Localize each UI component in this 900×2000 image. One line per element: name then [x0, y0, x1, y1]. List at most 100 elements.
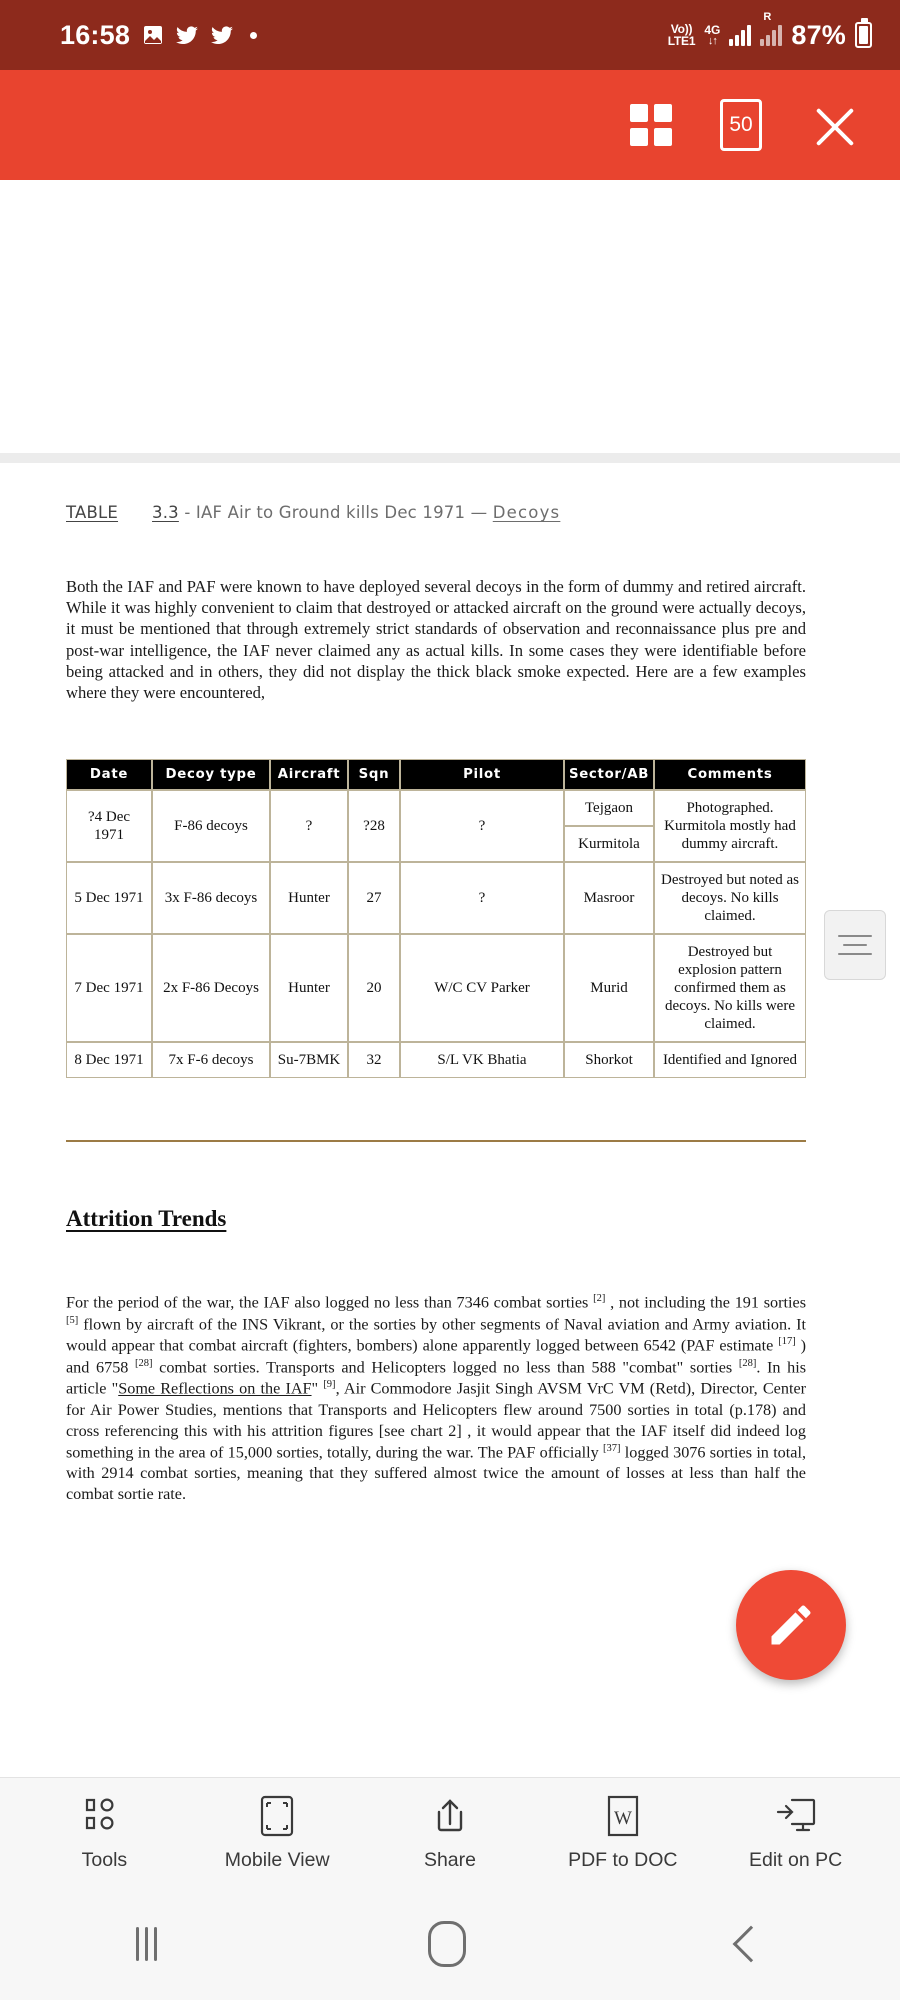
cell-pilot: W/C CV Parker [400, 934, 564, 1043]
ref-2: [2] [593, 1293, 606, 1305]
battery-icon [855, 18, 872, 48]
svg-text:W: W [614, 1808, 632, 1829]
section-heading: Attrition Trends [66, 1206, 227, 1232]
network-type-icon: 4G ↓↑ [704, 24, 720, 47]
cell-aircraft: Hunter [270, 862, 348, 935]
col-pilot: Pilot [400, 759, 564, 791]
page-count-label: 50 [729, 113, 753, 136]
page-count-button[interactable]: 50 [720, 99, 762, 151]
ref-28b: [28] [738, 1357, 757, 1369]
attr-p3: flown by aircraft of the INS Vikrant, or… [66, 1315, 806, 1355]
ref-17: [17] [778, 1336, 796, 1348]
attr-p7: " [311, 1379, 324, 1398]
status-bar-left: 16:58 [60, 21, 258, 49]
twitter-icon [211, 25, 234, 45]
edit-on-pc-icon [775, 1794, 817, 1838]
home-icon[interactable] [428, 1920, 467, 1967]
cell-aircraft: Hunter [270, 934, 348, 1043]
table-header-row: Date Decoy type Aircraft Sqn Pilot Secto… [66, 759, 806, 791]
table-row: ?4 Dec 1971 F-86 decoys ? ?28 ? Tejgaon … [66, 790, 806, 863]
sim2-signal-icon: R [760, 11, 783, 46]
ref-37: [37] [602, 1442, 621, 1454]
cell-sector: Murid [564, 934, 654, 1043]
cell-decoy-type: 2x F-86 Decoys [152, 934, 270, 1043]
status-bar-right: Vo)) LTE1 4G ↓↑ R 87% [668, 11, 872, 51]
cell-pilot: S/L VK Bhatia [400, 1042, 564, 1079]
col-sector-ab: Sector/AB [564, 759, 654, 791]
toolbar-label-mobile-view: Mobile View [224, 1848, 330, 1871]
cell-decoy-type: 7x F-6 decoys [152, 1042, 270, 1079]
decoys-table: Date Decoy type Aircraft Sqn Pilot Secto… [66, 759, 806, 1079]
toolbar-label-share: Share [423, 1848, 476, 1871]
dot-icon [250, 31, 258, 39]
network-type-label: 4G [704, 22, 721, 37]
table-caption-decoys: Decoys [492, 503, 561, 522]
document-page: TABLE 3.3 - IAF Air to Ground kills Dec 1… [0, 463, 900, 1506]
toolbar-label-pdf-to-doc: PDF to DOC [568, 1848, 678, 1871]
cell-aircraft: Su-7BMK [270, 1042, 348, 1079]
cell-sqn: 20 [348, 934, 400, 1043]
battery-percent-label: 87% [791, 19, 846, 50]
toolbar-item-mobile-view[interactable]: Mobile View [192, 1794, 362, 1872]
volte-icon: Vo)) LTE1 [668, 23, 696, 47]
cell-decoy-type: 3x F-86 decoys [152, 862, 270, 935]
toolbar-item-pdf-to-doc[interactable]: W PDF to DOC [538, 1794, 708, 1872]
cell-aircraft: ? [270, 790, 348, 863]
table-row: 7 Dec 1971 2x F-86 Decoys Hunter 20 W/C … [66, 934, 806, 1043]
cell-sector: Masroor [564, 862, 654, 935]
attr-p5: combat sorties. Transports and Helicopte… [152, 1358, 739, 1377]
cell-comments: Destroyed but explosion pattern confirme… [654, 934, 806, 1043]
recent-apps-icon[interactable] [135, 1926, 157, 1961]
col-aircraft: Aircraft [270, 759, 348, 791]
col-sqn: Sqn [348, 759, 400, 791]
scroll-handle[interactable] [824, 910, 886, 980]
toolbar-label-edit-on-pc: Edit on PC [748, 1848, 843, 1871]
bottom-toolbar: Tools Mobile View Share W PDF to DOC Edi… [0, 1777, 900, 1887]
col-comments: Comments [654, 759, 806, 791]
col-date: Date [66, 759, 152, 791]
ref-5: [5] [66, 1314, 79, 1326]
col-decoy-type: Decoy type [152, 759, 270, 791]
cell-pilot: ? [400, 862, 564, 935]
document-viewport[interactable]: TABLE 3.3 - IAF Air to Ground kills Dec 1… [0, 180, 900, 1777]
toolbar-item-tools[interactable]: Tools [19, 1794, 189, 1872]
cell-sqn: ?28 [348, 790, 400, 863]
attr-p2: , not including the 191 sorties [605, 1293, 806, 1312]
toolbar-item-edit-on-pc[interactable]: Edit on PC [711, 1794, 881, 1872]
toolbar-item-share[interactable]: Share [365, 1794, 535, 1872]
share-icon [430, 1794, 470, 1838]
ref-28a: [28] [135, 1357, 153, 1369]
cell-date: ?4 Dec 1971 [66, 790, 152, 863]
cell-pilot: ? [400, 790, 564, 863]
table-row: 5 Dec 1971 3x F-86 decoys Hunter 27 ? Ma… [66, 862, 806, 935]
table-caption-number: 3.3 [152, 503, 179, 522]
toolbar-label-tools: Tools [81, 1848, 128, 1871]
cell-date: 7 Dec 1971 [66, 934, 152, 1043]
tools-icon [84, 1794, 124, 1838]
intro-paragraph: Both the IAF and PAF were known to have … [66, 577, 806, 703]
cell-sqn: 27 [348, 862, 400, 935]
close-icon[interactable] [810, 100, 860, 150]
table-caption: TABLE 3.3 - IAF Air to Ground kills Dec 1… [66, 503, 834, 522]
volte-line2: LTE1 [667, 34, 696, 48]
cell-comments: Photographed. Kurmitola mostly had dummy… [654, 790, 806, 863]
back-icon[interactable] [732, 1925, 770, 1962]
grid-view-icon[interactable] [630, 104, 672, 146]
app-bar: 50 [0, 70, 900, 180]
cell-comments: Destroyed but noted as decoys. No kills … [654, 862, 806, 935]
twitter-icon [176, 25, 199, 45]
cell-sector: Kurmitola [564, 826, 654, 863]
article-link[interactable]: Some Reflections on the IAF [118, 1380, 311, 1398]
status-bar: 16:58 Vo)) LTE1 4G ↓↑ R 87% [0, 0, 900, 70]
table-caption-text: - IAF Air to Ground kills Dec 1971 — [184, 503, 493, 522]
cell-sqn: 32 [348, 1042, 400, 1079]
data-arrows-icon: ↓↑ [707, 34, 718, 47]
page-separator [0, 453, 900, 463]
cell-date: 8 Dec 1971 [66, 1042, 152, 1079]
pencil-icon [771, 1605, 811, 1645]
table-row: 8 Dec 1971 7x F-6 decoys Su-7BMK 32 S/L … [66, 1042, 806, 1079]
edit-fab-button[interactable] [736, 1570, 846, 1680]
previous-page-bottom [0, 180, 900, 453]
cell-comments: Identified and Ignored [654, 1042, 806, 1079]
table-caption-word: TABLE [66, 503, 119, 522]
